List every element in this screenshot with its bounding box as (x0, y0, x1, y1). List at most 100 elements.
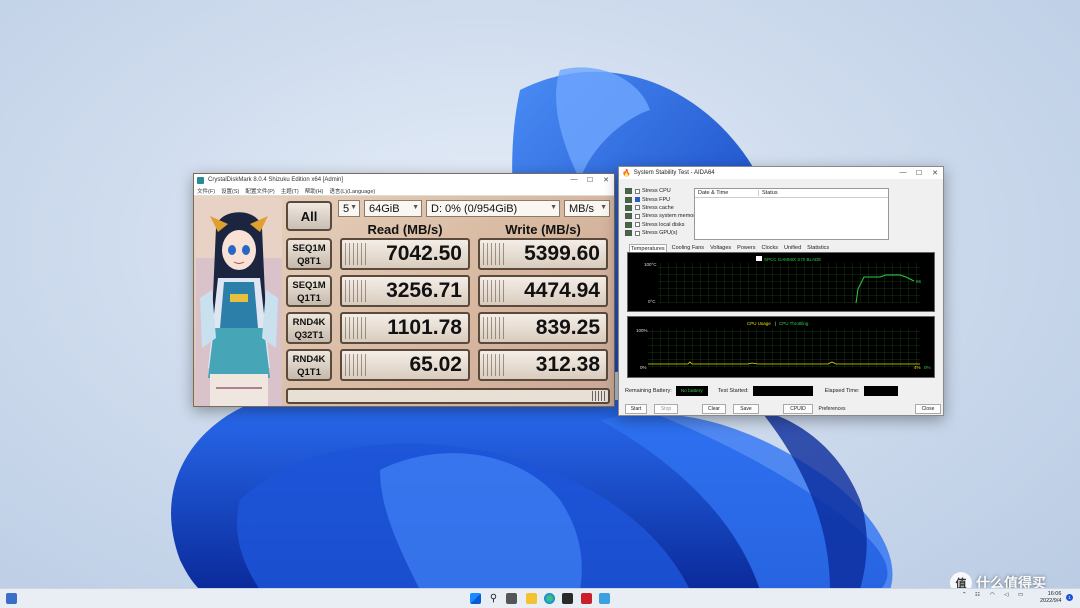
aida64-icon[interactable] (581, 593, 592, 604)
close-icon[interactable]: ✕ (598, 176, 614, 184)
test-label-2: Q1T1 (297, 293, 321, 304)
run-all-button[interactable]: All (286, 201, 332, 231)
elapsed-label: Elapsed Time: (824, 388, 860, 394)
test-started-label: Test Started: (717, 388, 749, 394)
usage-legend-throttle: CPU Throttling (779, 321, 809, 326)
start-button[interactable]: Start (625, 404, 647, 414)
stress-cpu-checkbox[interactable] (635, 188, 640, 194)
start-menu-icon[interactable] (470, 593, 481, 604)
test-button-rnd4k-q32t1[interactable]: RND4K Q32T1 (286, 312, 332, 344)
notification-badge[interactable]: 1 (1066, 594, 1073, 601)
task-view-icon[interactable] (506, 593, 517, 604)
read-value-text: 3256.71 (386, 279, 462, 302)
maximize-icon[interactable]: ☐ (582, 176, 598, 184)
status-log[interactable]: Date & Time Status (694, 188, 889, 240)
read-value-text: 65.02 (409, 353, 462, 376)
meter-icon (345, 354, 367, 376)
menu-language[interactable]: 语言(L)(Language) (329, 187, 375, 195)
size-select[interactable]: 64GiB ▼ (364, 200, 422, 217)
clock[interactable]: 16:06 2022/9/4 (1040, 591, 1061, 605)
menu-profile[interactable]: 配置文件(P) (245, 187, 274, 195)
read-value: 3256.71 (340, 275, 470, 307)
usage-legend-sep: | (775, 321, 776, 326)
test-label-1: RND4K (292, 317, 326, 328)
disk-icon (625, 221, 632, 228)
wifi-icon[interactable]: ◠ (990, 592, 995, 598)
stress-memory-checkbox[interactable] (635, 213, 640, 219)
cdm-titlebar[interactable]: CrystalDiskMark 8.0.4 Shizuku Edition x6… (194, 174, 614, 186)
read-value: 65.02 (340, 349, 470, 381)
usage-legend-cpu: CPU Usage (747, 321, 771, 326)
test-label-1: RND4K (292, 354, 326, 365)
file-explorer-icon[interactable] (526, 593, 537, 604)
aida64-stability-window[interactable]: 🔥 System Stability Test - AIDA64 — ☐ ✕ S… (618, 166, 944, 416)
log-col-status[interactable]: Status (759, 190, 778, 196)
drive-value: D: 0% (0/954GiB) (431, 202, 518, 215)
clear-button[interactable]: Clear (702, 404, 726, 414)
write-value-text: 5399.60 (524, 242, 600, 265)
aida-titlebar[interactable]: 🔥 System Stability Test - AIDA64 — ☐ ✕ (619, 167, 943, 179)
stress-cache-option[interactable]: Stress cache (625, 204, 698, 212)
aida-title-text: System Stability Test - AIDA64 (633, 170, 715, 176)
stress-gpu-option[interactable]: Stress GPU(s) (625, 229, 698, 237)
search-icon[interactable]: ⚲ (488, 593, 499, 604)
preferences-button[interactable]: Preferences (815, 404, 849, 414)
resize-grip-icon[interactable] (592, 391, 606, 401)
unit-select[interactable]: MB/s ▼ (564, 200, 610, 217)
menu-file[interactable]: 文件(F) (197, 187, 215, 195)
chevron-up-icon[interactable]: ⌃ (962, 592, 967, 598)
stress-options: Stress CPU Stress FPU Stress cache Stres… (625, 187, 698, 237)
menu-settings[interactable]: 设置(S) (221, 187, 239, 195)
test-button-rnd4k-q1t1[interactable]: RND4K Q1T1 (286, 349, 332, 381)
elapsed-value (863, 386, 898, 396)
stress-cache-checkbox[interactable] (635, 205, 640, 211)
test-label-1: SEQ1M (292, 280, 326, 291)
crystaldiskmark-window[interactable]: CrystalDiskMark 8.0.4 Shizuku Edition x6… (193, 173, 615, 407)
temperature-graph: SPCC GAMMIX S70 BLADE 100°C 0°C 56 (627, 252, 935, 312)
save-button[interactable]: Save (733, 404, 759, 414)
test-button-seq1m-q1t1[interactable]: SEQ1M Q1T1 (286, 275, 332, 307)
edge-browser-icon[interactable] (544, 593, 555, 604)
drive-select[interactable]: D: 0% (0/954GiB) ▼ (426, 200, 560, 217)
stress-label: Stress FPU (642, 196, 671, 203)
stress-disks-checkbox[interactable] (635, 222, 640, 228)
close-icon[interactable]: ✕ (927, 169, 943, 177)
tray-date: 2022/9/4 (1040, 598, 1062, 604)
test-label-2: Q1T1 (297, 367, 321, 378)
chevron-down-icon: ▼ (412, 204, 419, 211)
stop-button[interactable]: Stop (654, 404, 678, 414)
minimize-icon[interactable]: — (895, 169, 911, 177)
store-icon[interactable] (562, 593, 573, 604)
menu-theme[interactable]: 主题(T) (281, 187, 299, 195)
remaining-battery-label: Remaining Battery: (625, 388, 672, 394)
runs-select[interactable]: 5 ▼ (338, 200, 360, 217)
cpu-usage-graph: CPU Usage | CPU Throttling 100% 0% 4% 0% (627, 316, 935, 378)
cpuid-button[interactable]: CPUID (783, 404, 813, 414)
test-button-seq1m-q8t1[interactable]: SEQ1M Q8T1 (286, 238, 332, 270)
status-row: Remaining Battery: No battery Test Start… (625, 386, 898, 396)
widgets-icon[interactable] (6, 593, 17, 604)
cdm-menubar: 文件(F) 设置(S) 配置文件(P) 主题(T) 帮助(H) 语言(L)(La… (194, 186, 614, 196)
stress-label: Stress CPU (642, 188, 671, 195)
volume-icon[interactable]: ◁ (1004, 592, 1008, 598)
legend-checkbox[interactable] (756, 256, 762, 261)
gpu-icon (625, 230, 632, 237)
maximize-icon[interactable]: ☐ (911, 169, 927, 177)
stress-fpu-option[interactable]: Stress FPU (625, 195, 698, 203)
stress-disks-option[interactable]: Stress local disks (625, 221, 698, 229)
battery-icon[interactable]: ▭ (1018, 592, 1023, 598)
menu-help[interactable]: 帮助(H) (305, 187, 324, 195)
stress-fpu-checkbox[interactable] (635, 197, 640, 203)
stress-memory-option[interactable]: Stress system memory (625, 212, 698, 220)
crystaldiskmark-icon[interactable] (599, 593, 610, 604)
log-col-datetime[interactable]: Date & Time (695, 190, 759, 196)
close-button[interactable]: Close (915, 404, 941, 414)
stress-gpu-checkbox[interactable] (635, 230, 640, 236)
network-icon[interactable]: ☷ (975, 592, 980, 598)
stress-cpu-option[interactable]: Stress CPU (625, 187, 698, 195)
minimize-icon[interactable]: — (566, 176, 582, 184)
comment-bar[interactable] (286, 388, 610, 404)
cdm-app-icon (197, 176, 204, 184)
unit-value: MB/s (569, 202, 595, 215)
stress-label: Stress system memory (642, 213, 698, 220)
